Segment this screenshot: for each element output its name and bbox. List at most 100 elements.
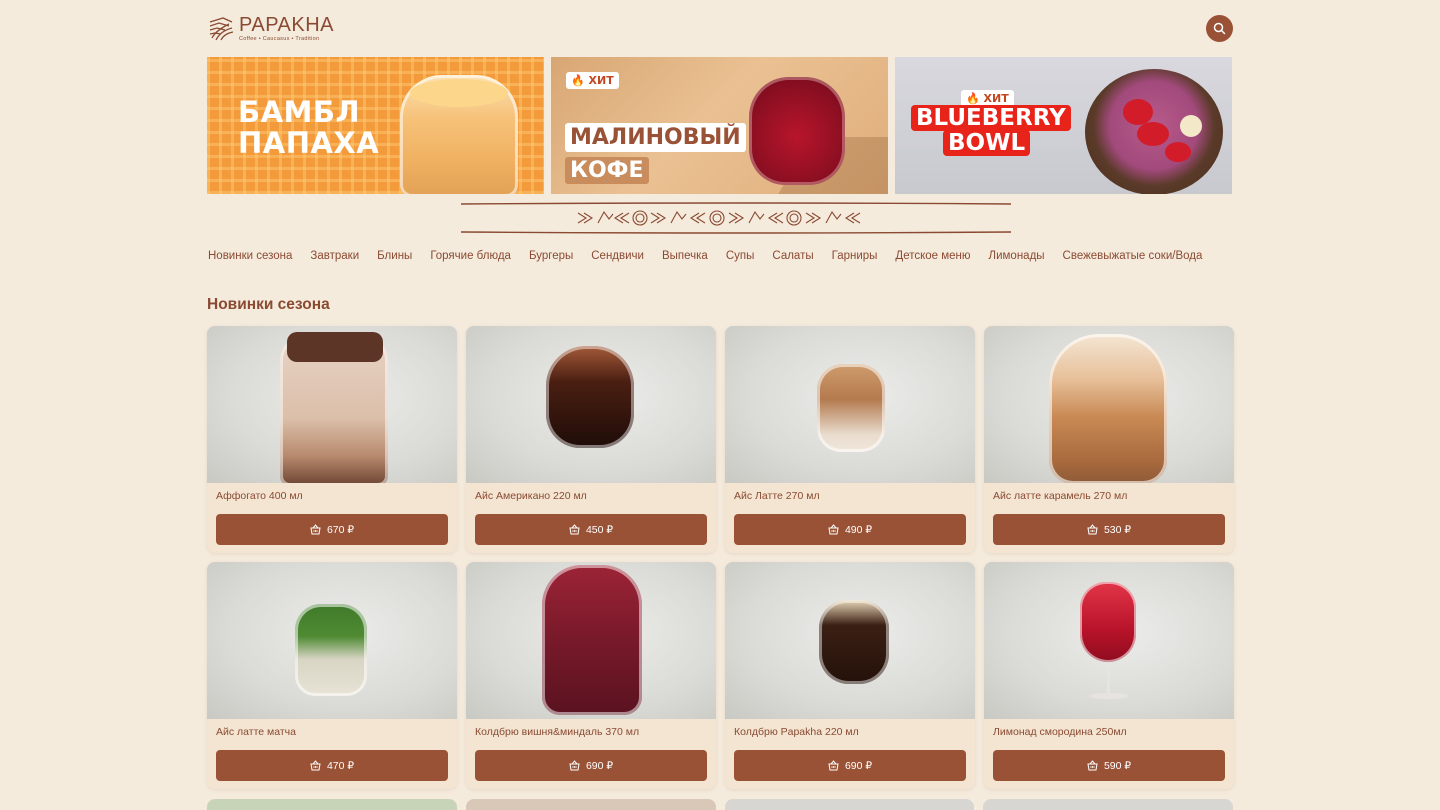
- product-name: Лимонад смородина 250мл: [993, 726, 1127, 738]
- add-to-cart-button[interactable]: 450 ₽: [475, 514, 707, 545]
- banner-title: БАМБЛ ПАПАХА: [238, 97, 379, 159]
- banner-bumble-papakha[interactable]: БАМБЛ ПАПАХА: [207, 57, 544, 194]
- product-card[interactable]: Айс Американо 220 мл 450 ₽: [466, 326, 716, 553]
- nav-item-soups[interactable]: Супы: [726, 248, 755, 264]
- product-price: 590 ₽: [1103, 759, 1132, 772]
- product-card[interactable]: Айс латте карамель 270 мл 530 ₽: [984, 326, 1234, 553]
- product-name: Колдбрю вишня&миндаль 370 мл: [475, 726, 640, 738]
- strawberry: [1137, 122, 1169, 146]
- product-card[interactable]: Колдбрю вишня&миндаль 370 мл 690 ₽: [466, 562, 716, 789]
- product-name: Айс Латте 270 мл: [734, 490, 820, 502]
- add-to-cart-button[interactable]: 490 ₽: [734, 514, 966, 545]
- product-price: 450 ₽: [585, 523, 614, 536]
- nav-item-lemonades[interactable]: Лимонады: [989, 248, 1045, 264]
- product-photo: [207, 562, 457, 719]
- nav-item-pancakes[interactable]: Блины: [377, 248, 412, 264]
- product-price: 470 ₽: [326, 759, 355, 772]
- header: PAPAKHA Coffee • Caucasus • Tradition: [207, 12, 1233, 46]
- product-name: Аффогато 400 мл: [216, 490, 303, 502]
- product-name: Айс латте карамель 270 мл: [993, 490, 1128, 502]
- nav-item-breakfasts[interactable]: Завтраки: [310, 248, 359, 264]
- search-icon: [1213, 22, 1226, 35]
- product-price: 690 ₽: [585, 759, 614, 772]
- nav-item-pastry[interactable]: Выпечка: [662, 248, 708, 264]
- product-card[interactable]: Колдбрю Papakha 220 мл 690 ₽: [725, 562, 975, 789]
- category-nav: Новинки сезона Завтраки Блины Горячие бл…: [208, 248, 1220, 264]
- drink-glass: [295, 604, 367, 696]
- product-price: 530 ₽: [1103, 523, 1132, 536]
- basket-icon: [569, 524, 580, 535]
- add-to-cart-button[interactable]: 590 ₽: [993, 750, 1225, 781]
- basket-icon: [310, 760, 321, 771]
- section-title: Новинки сезона: [207, 296, 330, 313]
- add-to-cart-button[interactable]: 530 ₽: [993, 514, 1225, 545]
- basket-icon: [828, 760, 839, 771]
- product-name: Айс латте матча: [216, 726, 296, 738]
- nav-item-sides[interactable]: Гарниры: [832, 248, 878, 264]
- product-card[interactable]: [207, 799, 457, 810]
- promo-banners: БАМБЛ ПАПАХА 🔥 ХИТ МАЛИНОВЫЙ КОФЕ 🔥 ХИТ …: [207, 57, 1233, 194]
- product-photo: [725, 562, 975, 719]
- product-grid: Аффогато 400 мл 670 ₽ Айс Американо 220 …: [207, 326, 1234, 789]
- banana-slice: [1180, 115, 1202, 137]
- product-price: 670 ₽: [326, 523, 355, 536]
- drink-glass: [817, 364, 885, 452]
- banner-title-line2: BOWL: [943, 130, 1031, 156]
- brand-tagline: Coffee • Caucasus • Tradition: [239, 35, 320, 42]
- drink-glass: [1049, 334, 1167, 483]
- product-photo: [984, 562, 1234, 719]
- papakha-logo-icon: [209, 17, 234, 41]
- wine-glass-base: [1089, 693, 1129, 699]
- logo[interactable]: PAPAKHA Coffee • Caucasus • Tradition: [207, 12, 334, 44]
- product-photo: [466, 562, 716, 719]
- search-button[interactable]: [1206, 15, 1233, 42]
- chocolate-topping: [287, 332, 383, 362]
- nav-item-burgers[interactable]: Бургеры: [529, 248, 573, 264]
- nav-item-new-season[interactable]: Новинки сезона: [208, 248, 292, 264]
- add-to-cart-button[interactable]: 690 ₽: [734, 750, 966, 781]
- product-card[interactable]: [465, 799, 716, 810]
- basket-icon: [569, 760, 580, 771]
- nav-item-juices-water[interactable]: Свежевыжатые соки/Вода: [1063, 248, 1203, 264]
- drink-image: [749, 77, 845, 185]
- banner-raspberry-coffee[interactable]: 🔥 ХИТ МАЛИНОВЫЙ КОФЕ: [551, 57, 888, 194]
- banner-title-line1: БАМБЛ: [238, 95, 361, 129]
- banner-blueberry-bowl[interactable]: 🔥 ХИТ BLUEBERRY BOWL: [895, 57, 1232, 194]
- add-to-cart-button[interactable]: 470 ₽: [216, 750, 448, 781]
- nav-item-sandwiches[interactable]: Сендвичи: [591, 248, 644, 264]
- product-card[interactable]: Айс латте матча 470 ₽: [207, 562, 457, 789]
- nav-item-kids-menu[interactable]: Детское меню: [895, 248, 970, 264]
- product-price: 490 ₽: [844, 523, 873, 536]
- product-card[interactable]: Аффогато 400 мл 670 ₽: [207, 326, 457, 553]
- drink-foam: [410, 79, 508, 107]
- strawberry: [1165, 142, 1191, 162]
- product-card[interactable]: Айс Латте 270 мл 490 ₽: [725, 326, 975, 553]
- strawberry: [1123, 99, 1153, 125]
- nav-item-salads[interactable]: Салаты: [772, 248, 813, 264]
- nav-item-hot-dishes[interactable]: Горячие блюда: [430, 248, 511, 264]
- banner-title-line2: КОФЕ: [565, 157, 649, 184]
- basket-icon: [828, 524, 839, 535]
- product-card[interactable]: [983, 799, 1233, 810]
- basket-icon: [1087, 760, 1098, 771]
- basket-icon: [1087, 524, 1098, 535]
- product-name: Колдбрю Papakha 220 мл: [734, 726, 859, 738]
- banner-title-line2: ПАПАХА: [238, 126, 380, 160]
- banner-title-line1: BLUEBERRY: [911, 105, 1071, 131]
- product-photo: [984, 326, 1234, 483]
- product-photo: [207, 326, 457, 483]
- banner-title-line1: МАЛИНОВЫЙ: [565, 123, 746, 152]
- product-grid-next-row: [207, 799, 1233, 810]
- add-to-cart-button[interactable]: 690 ₽: [475, 750, 707, 781]
- brand-name: PAPAKHA: [239, 13, 335, 36]
- product-price: 690 ₽: [844, 759, 873, 772]
- product-photo: [725, 326, 975, 483]
- ornament-divider: [461, 202, 1011, 234]
- product-card[interactable]: [724, 799, 975, 810]
- drink-glass: [819, 600, 889, 684]
- add-to-cart-button[interactable]: 670 ₽: [216, 514, 448, 545]
- product-card[interactable]: Лимонад смородина 250мл 590 ₽: [984, 562, 1234, 789]
- product-name: Айс Американо 220 мл: [475, 490, 587, 502]
- drink-glass: [546, 346, 634, 448]
- drink-glass: [542, 565, 642, 715]
